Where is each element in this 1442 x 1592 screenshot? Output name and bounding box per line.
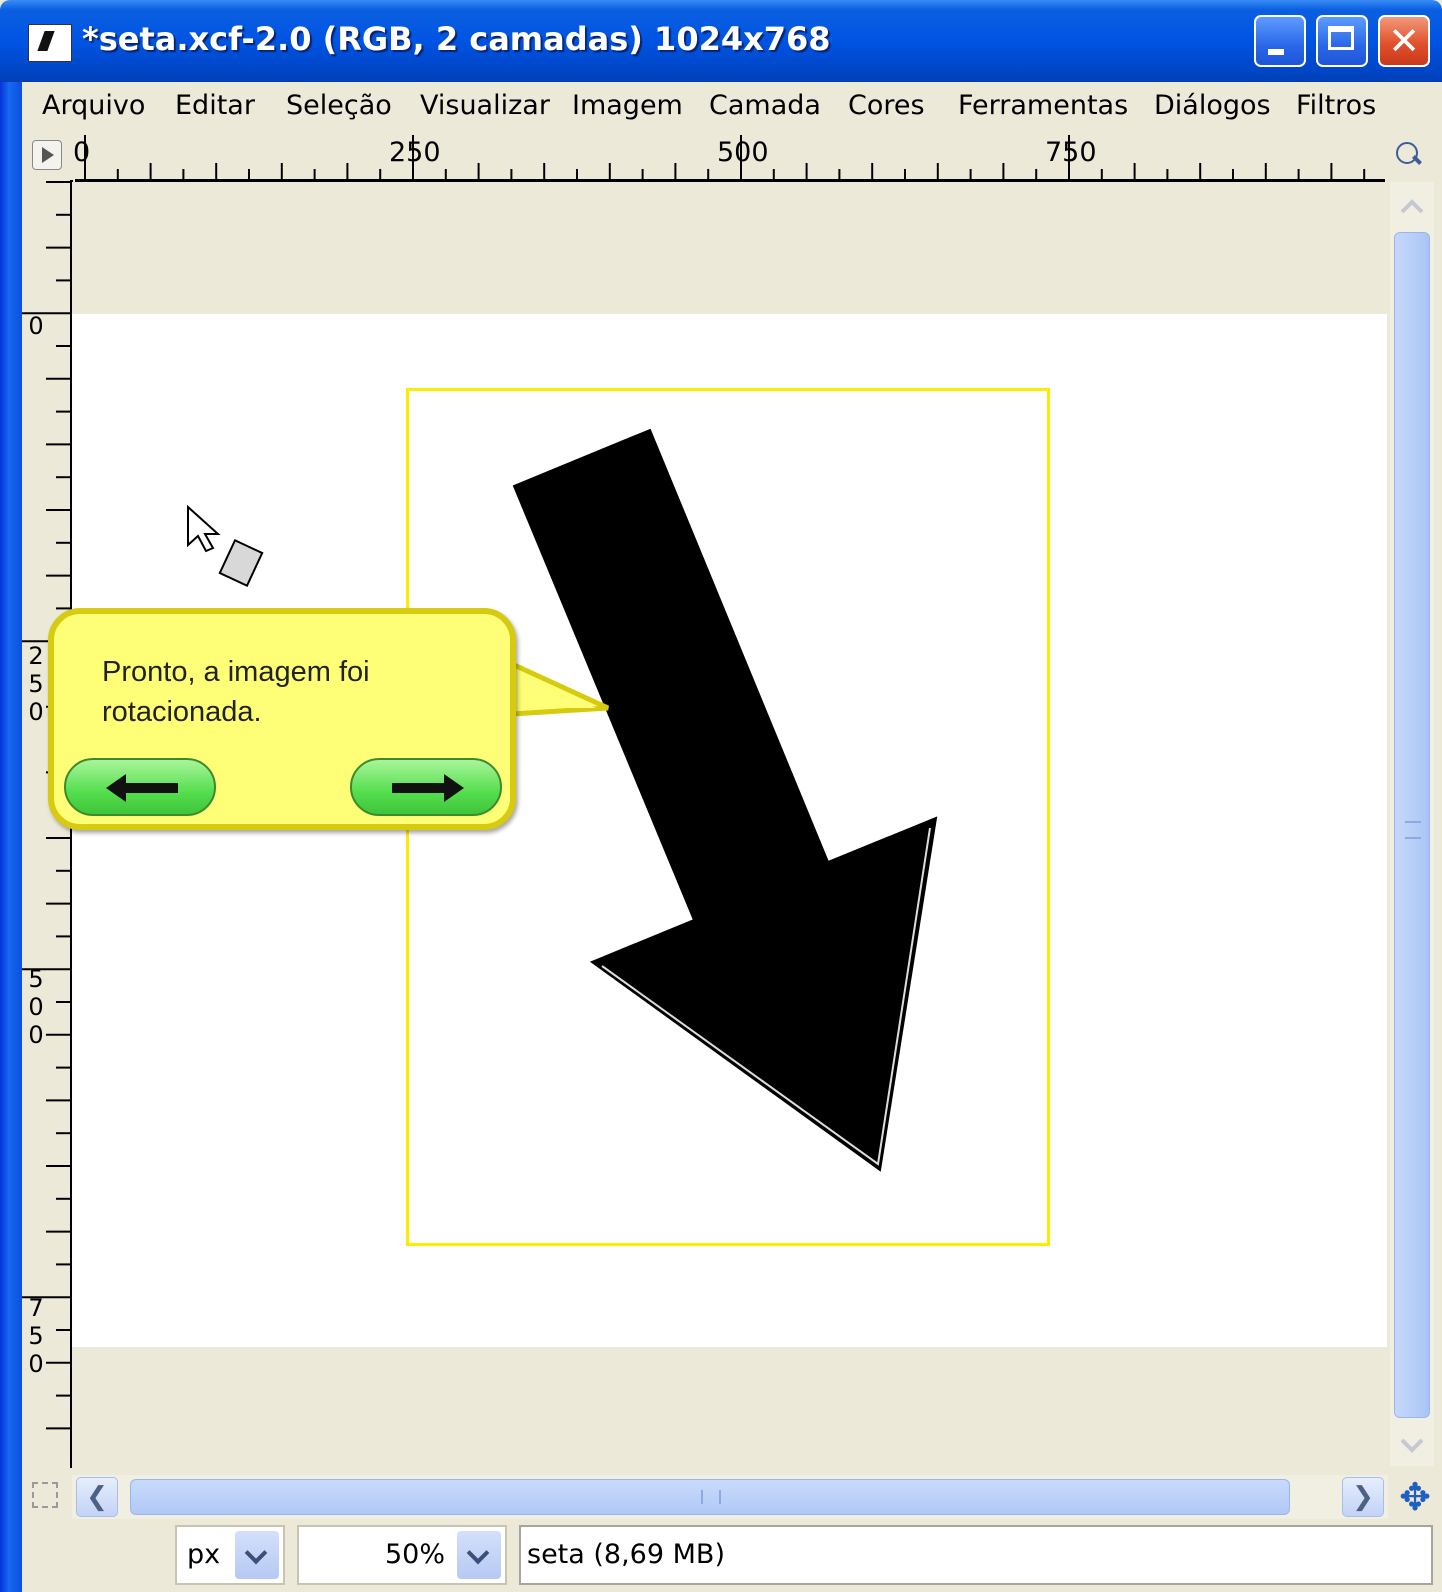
unit-value: px <box>187 1539 221 1570</box>
arrow-right-icon <box>392 774 464 802</box>
vertical-scroll-thumb[interactable] <box>1394 232 1430 1418</box>
vertical-scrollbar[interactable] <box>1390 182 1434 1466</box>
horizontal-scrollbar[interactable]: ❮ ❯ <box>72 1475 1388 1519</box>
navigate-image-icon[interactable]: ✥ <box>1396 1478 1434 1516</box>
horizontal-ruler[interactable]: 0 250 500 750 <box>73 135 1385 182</box>
tooltip-text: Pronto, a imagem foi rotacionada. <box>102 656 370 728</box>
zoom-image-when-window-size-changes-icon[interactable] <box>1394 140 1424 170</box>
title-bar[interactable]: *seta.xcf-2.0 (RGB, 2 camadas) 1024x768 … <box>0 0 1442 82</box>
scroll-up-button[interactable] <box>1390 186 1434 228</box>
scroll-right-button[interactable]: ❯ <box>1342 1477 1384 1517</box>
tooltip-previous-button[interactable] <box>64 758 216 816</box>
menu-filtros[interactable]: Filtros <box>1296 90 1376 121</box>
ruler-left-label-250: 250 <box>28 642 44 726</box>
image-info-field: seta (8,69 MB) <box>519 1525 1433 1585</box>
ruler-left-label-0: 0 <box>28 312 44 340</box>
menu-dialogos[interactable]: Diálogos <box>1154 90 1271 121</box>
minimize-button[interactable] <box>1254 15 1306 67</box>
menu-editar[interactable]: Editar <box>175 90 255 121</box>
gimp-image-window: *seta.xcf-2.0 (RGB, 2 camadas) 1024x768 … <box>0 0 1442 1592</box>
ruler-top-label-0: 0 <box>73 137 91 168</box>
zoom-dropdown-button[interactable] <box>457 1531 501 1579</box>
horizontal-scroll-thumb[interactable] <box>130 1479 1290 1515</box>
tooltip-next-button[interactable] <box>350 758 502 816</box>
window-title: *seta.xcf-2.0 (RGB, 2 camadas) 1024x768 <box>82 20 831 58</box>
ruler-top-label-500: 500 <box>717 137 769 168</box>
maximize-button[interactable] <box>1316 15 1368 67</box>
arrow-left-icon <box>106 774 178 802</box>
unit-selector[interactable]: px <box>175 1525 285 1585</box>
menu-bar: Arquivo Editar Seleção Visualizar Imagem… <box>22 82 1442 132</box>
arrow-shape <box>512 428 938 1172</box>
rotate-tool-cursor-icon <box>187 505 264 587</box>
close-button[interactable]: ✕ <box>1378 15 1430 67</box>
menu-visualizar[interactable]: Visualizar <box>420 90 550 121</box>
menu-camada[interactable]: Camada <box>709 90 821 121</box>
gimp-app-icon[interactable] <box>28 24 72 62</box>
ruler-left-label-500: 500 <box>28 965 44 1049</box>
quick-mask-toggle-icon[interactable] <box>32 1482 58 1508</box>
chevron-left-icon: ❮ <box>86 1482 108 1512</box>
image-info-text: seta (8,69 MB) <box>527 1539 725 1570</box>
chevron-up-icon <box>1400 199 1424 214</box>
menu-cores[interactable]: Cores <box>848 90 925 121</box>
window-frame-left <box>0 82 22 1592</box>
ruler-top-label-750: 750 <box>1045 137 1097 168</box>
ruler-top-label-250: 250 <box>389 137 441 168</box>
unit-dropdown-button[interactable] <box>235 1531 279 1579</box>
ruler-left-label-750: 750 <box>28 1294 44 1378</box>
tooltip-pointer <box>512 661 610 717</box>
menu-ferramentas[interactable]: Ferramentas <box>958 90 1128 121</box>
zoom-value[interactable]: 50% <box>385 1539 445 1570</box>
close-icon: ✕ <box>1388 19 1420 63</box>
image-menu-button[interactable] <box>32 140 62 170</box>
menu-selecao[interactable]: Seleção <box>286 90 392 121</box>
chevron-right-icon: ❯ <box>1352 1482 1374 1512</box>
zoom-selector[interactable]: 50% <box>297 1525 507 1585</box>
scroll-left-button[interactable]: ❮ <box>76 1477 118 1517</box>
menu-arquivo[interactable]: Arquivo <box>42 90 145 121</box>
menu-imagem[interactable]: Imagem <box>572 90 683 121</box>
tutorial-tooltip: Pronto, a imagem foi rotacionada. <box>48 608 516 830</box>
scroll-down-button[interactable] <box>1390 1424 1434 1466</box>
chevron-down-icon <box>1400 1438 1424 1453</box>
